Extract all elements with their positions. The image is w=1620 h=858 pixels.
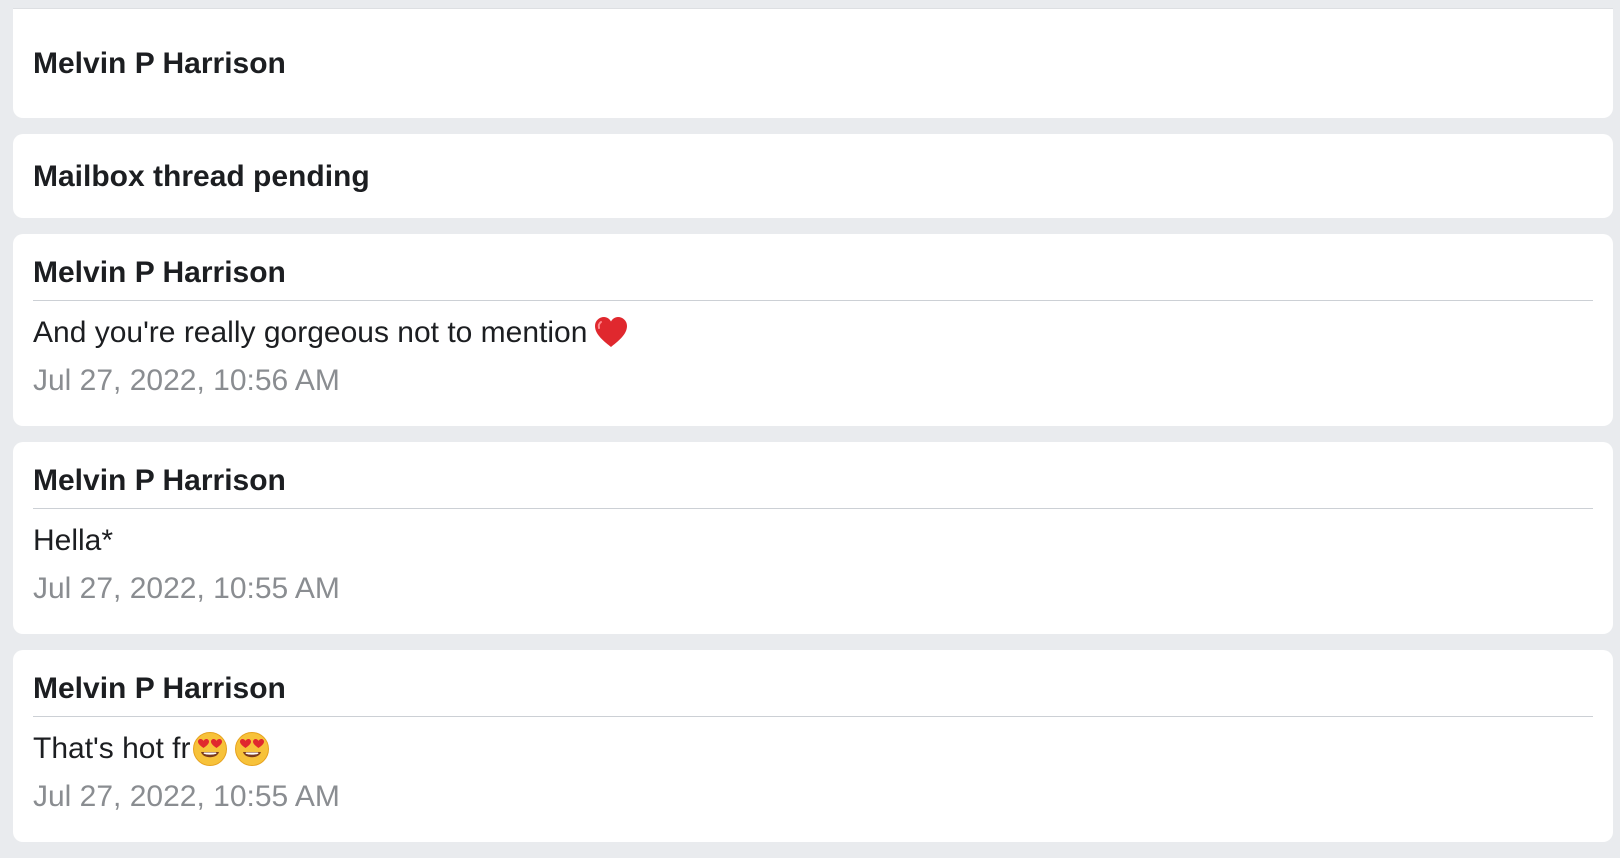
message-body: That's hot fr [33, 731, 1593, 767]
message-text: That's hot fr [33, 732, 191, 765]
message-body: Hella* [33, 523, 1593, 559]
message-body: And you're really gorgeous not to mentio… [33, 315, 1593, 351]
heart-eyes-emoji [193, 732, 228, 766]
thread-status-label: Mailbox thread pending [33, 160, 370, 193]
message-sender: Melvin P Harrison [33, 672, 1593, 717]
message-text: Hella* [33, 524, 114, 557]
message-timestamp: Jul 27, 2022, 10:55 AM [33, 572, 340, 605]
message-timestamp: Jul 27, 2022, 10:55 AM [33, 780, 340, 813]
thread-header-name: Melvin P Harrison [33, 47, 286, 80]
heart-eyes-emoji [235, 732, 270, 766]
message-text: And you're really gorgeous not to mentio… [33, 316, 588, 349]
message-thread: Melvin P Harrison Mailbox thread pending… [13, 0, 1613, 858]
message-card: Melvin P Harrison Hella* Jul 27, 2022, 1… [13, 442, 1613, 634]
thread-status-card: Mailbox thread pending [13, 134, 1613, 218]
message-sender: Melvin P Harrison [33, 464, 1593, 509]
message-card: Melvin P Harrison And you're really gorg… [13, 234, 1613, 426]
thread-header-card: Melvin P Harrison [13, 8, 1613, 118]
message-timestamp: Jul 27, 2022, 10:56 AM [33, 364, 340, 397]
message-card: Melvin P Harrison That's hot fr Jul 27, … [13, 650, 1613, 842]
red-heart-emoji [595, 317, 628, 347]
message-sender: Melvin P Harrison [33, 256, 1593, 301]
